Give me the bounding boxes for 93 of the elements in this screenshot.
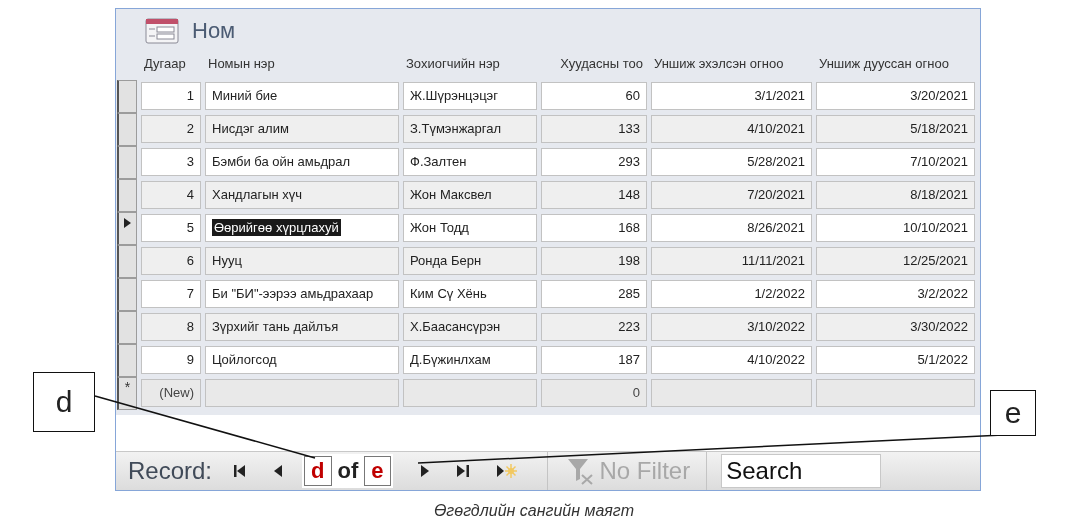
table-cell[interactable]: 3 [141, 148, 201, 176]
table-cell[interactable]: 5/28/2021 [651, 148, 812, 176]
table-cell[interactable]: 3/2/2022 [816, 280, 975, 308]
table-cell[interactable]: Миний бие [205, 82, 399, 110]
table-cell[interactable]: Ж.Шүрэнцэцэг [403, 82, 537, 110]
table-cell[interactable]: 223 [541, 313, 647, 341]
column-header: Дугаар [143, 55, 187, 73]
table-cell[interactable]: (New) [141, 379, 201, 407]
next-record-icon [419, 464, 430, 478]
table-cell[interactable]: 4/10/2021 [651, 115, 812, 143]
table-cell[interactable]: 0 [541, 379, 647, 407]
search-field[interactable]: Search [721, 454, 882, 488]
row-selector[interactable] [117, 146, 137, 179]
table-cell[interactable]: Д.Бүжинлхам [403, 346, 537, 374]
table-cell[interactable]: 4 [141, 181, 201, 209]
record-label: Record: [128, 457, 213, 485]
table-cell[interactable]: Цойлогсод [205, 346, 399, 374]
row-selector[interactable] [117, 344, 137, 377]
table-cell[interactable]: Жон Тодд [403, 214, 537, 242]
callout-label: d [33, 372, 95, 432]
row-selector[interactable]: * [117, 377, 137, 410]
table-cell[interactable]: 1 [141, 82, 201, 110]
table-cell[interactable]: 7/20/2021 [651, 181, 812, 209]
table-cell[interactable] [651, 379, 812, 407]
table-cell[interactable]: Бэмби ба ойн амьдрал [205, 148, 399, 176]
table-cell[interactable] [205, 379, 399, 407]
column-header: Номын нэр [207, 55, 276, 73]
column-header: Хуудасны тоо [559, 55, 644, 73]
row-selector[interactable] [117, 179, 137, 212]
row-selector[interactable] [117, 311, 137, 344]
table-cell[interactable]: 11/11/2021 [651, 247, 812, 275]
column-header: Зохиогчийн нэр [405, 55, 501, 73]
table-cell[interactable]: 3/1/2021 [651, 82, 812, 110]
table-cell[interactable]: 3/10/2022 [651, 313, 812, 341]
callout-label: e [990, 390, 1036, 436]
row-selector[interactable] [117, 80, 137, 113]
table-cell[interactable]: Ф.Залтен [403, 148, 537, 176]
table-cell[interactable]: Х.Баасансүрэн [403, 313, 537, 341]
table-cell[interactable]: 198 [541, 247, 647, 275]
table-cell[interactable]: 2 [141, 115, 201, 143]
table-cell[interactable]: 9 [141, 346, 201, 374]
table-cell[interactable]: Ронда Берн [403, 247, 537, 275]
table-cell[interactable]: З.Түмэнжаргал [403, 115, 537, 143]
table-cell[interactable]: 6 [141, 247, 201, 275]
table-cell[interactable]: 4/10/2022 [651, 346, 812, 374]
table-cell[interactable] [403, 379, 537, 407]
new-record-marker: * [124, 381, 131, 393]
table-cell[interactable]: 1/2/2022 [651, 280, 812, 308]
table-cell[interactable]: 187 [541, 346, 647, 374]
table-cell[interactable]: 7 [141, 280, 201, 308]
table-cell[interactable]: Өөрийгөө хүрцлахуй [205, 214, 399, 242]
row-selector[interactable] [117, 245, 137, 278]
table-cell[interactable]: 5 [141, 214, 201, 242]
last-record-icon [455, 464, 470, 478]
table-cell[interactable]: Нисдэг алим [205, 115, 399, 143]
table-cell[interactable]: Ким Сү Хёнь [403, 280, 537, 308]
table-cell[interactable]: Би "БИ"-ээрээ амьдрахаар [205, 280, 399, 308]
table-cell[interactable]: 3/20/2021 [816, 82, 975, 110]
total-records-field: e [364, 456, 391, 486]
table-cell[interactable]: 8/26/2021 [651, 214, 812, 242]
current-record-field[interactable]: d [304, 456, 332, 486]
table-cell[interactable]: 10/10/2021 [816, 214, 975, 242]
table-cell[interactable]: Нууц [205, 247, 399, 275]
table-cell[interactable]: 148 [541, 181, 647, 209]
table-cell[interactable]: 3/30/2022 [816, 313, 975, 341]
table-cell[interactable]: 8/18/2021 [816, 181, 975, 209]
row-selector[interactable] [117, 113, 137, 146]
table-cell[interactable]: 168 [541, 214, 647, 242]
column-header: Уншиж эхэлсэн огноо [653, 55, 785, 73]
row-selector[interactable] [117, 212, 137, 245]
table-cell[interactable]: 285 [541, 280, 647, 308]
table-cell[interactable] [816, 379, 975, 407]
of-label: of [337, 458, 359, 484]
previous-record-icon [273, 464, 284, 478]
form-icon [145, 18, 179, 44]
first-record-icon [233, 464, 248, 478]
figure-caption: Өгөгдлийн сангийн маягт [432, 502, 636, 520]
form-title: Ном [192, 18, 236, 44]
new-record-icon [495, 463, 518, 479]
current-record-icon [124, 218, 131, 228]
table-cell[interactable]: 12/25/2021 [816, 247, 975, 275]
table-cell[interactable]: Хандлагын хүч [205, 181, 399, 209]
table-cell[interactable]: Зүрхийг тань дайлъя [205, 313, 399, 341]
table-cell[interactable]: 7/10/2021 [816, 148, 975, 176]
table-cell[interactable]: 60 [541, 82, 647, 110]
table-cell[interactable]: 5/1/2022 [816, 346, 975, 374]
table-cell[interactable]: 293 [541, 148, 647, 176]
table-cell[interactable]: 133 [541, 115, 647, 143]
table-cell[interactable]: Жон Максвел [403, 181, 537, 209]
table-cell[interactable]: 8 [141, 313, 201, 341]
row-selector[interactable] [117, 278, 137, 311]
table-cell[interactable]: 5/18/2021 [816, 115, 975, 143]
column-header: Уншиж дууссан огноо [818, 55, 950, 73]
